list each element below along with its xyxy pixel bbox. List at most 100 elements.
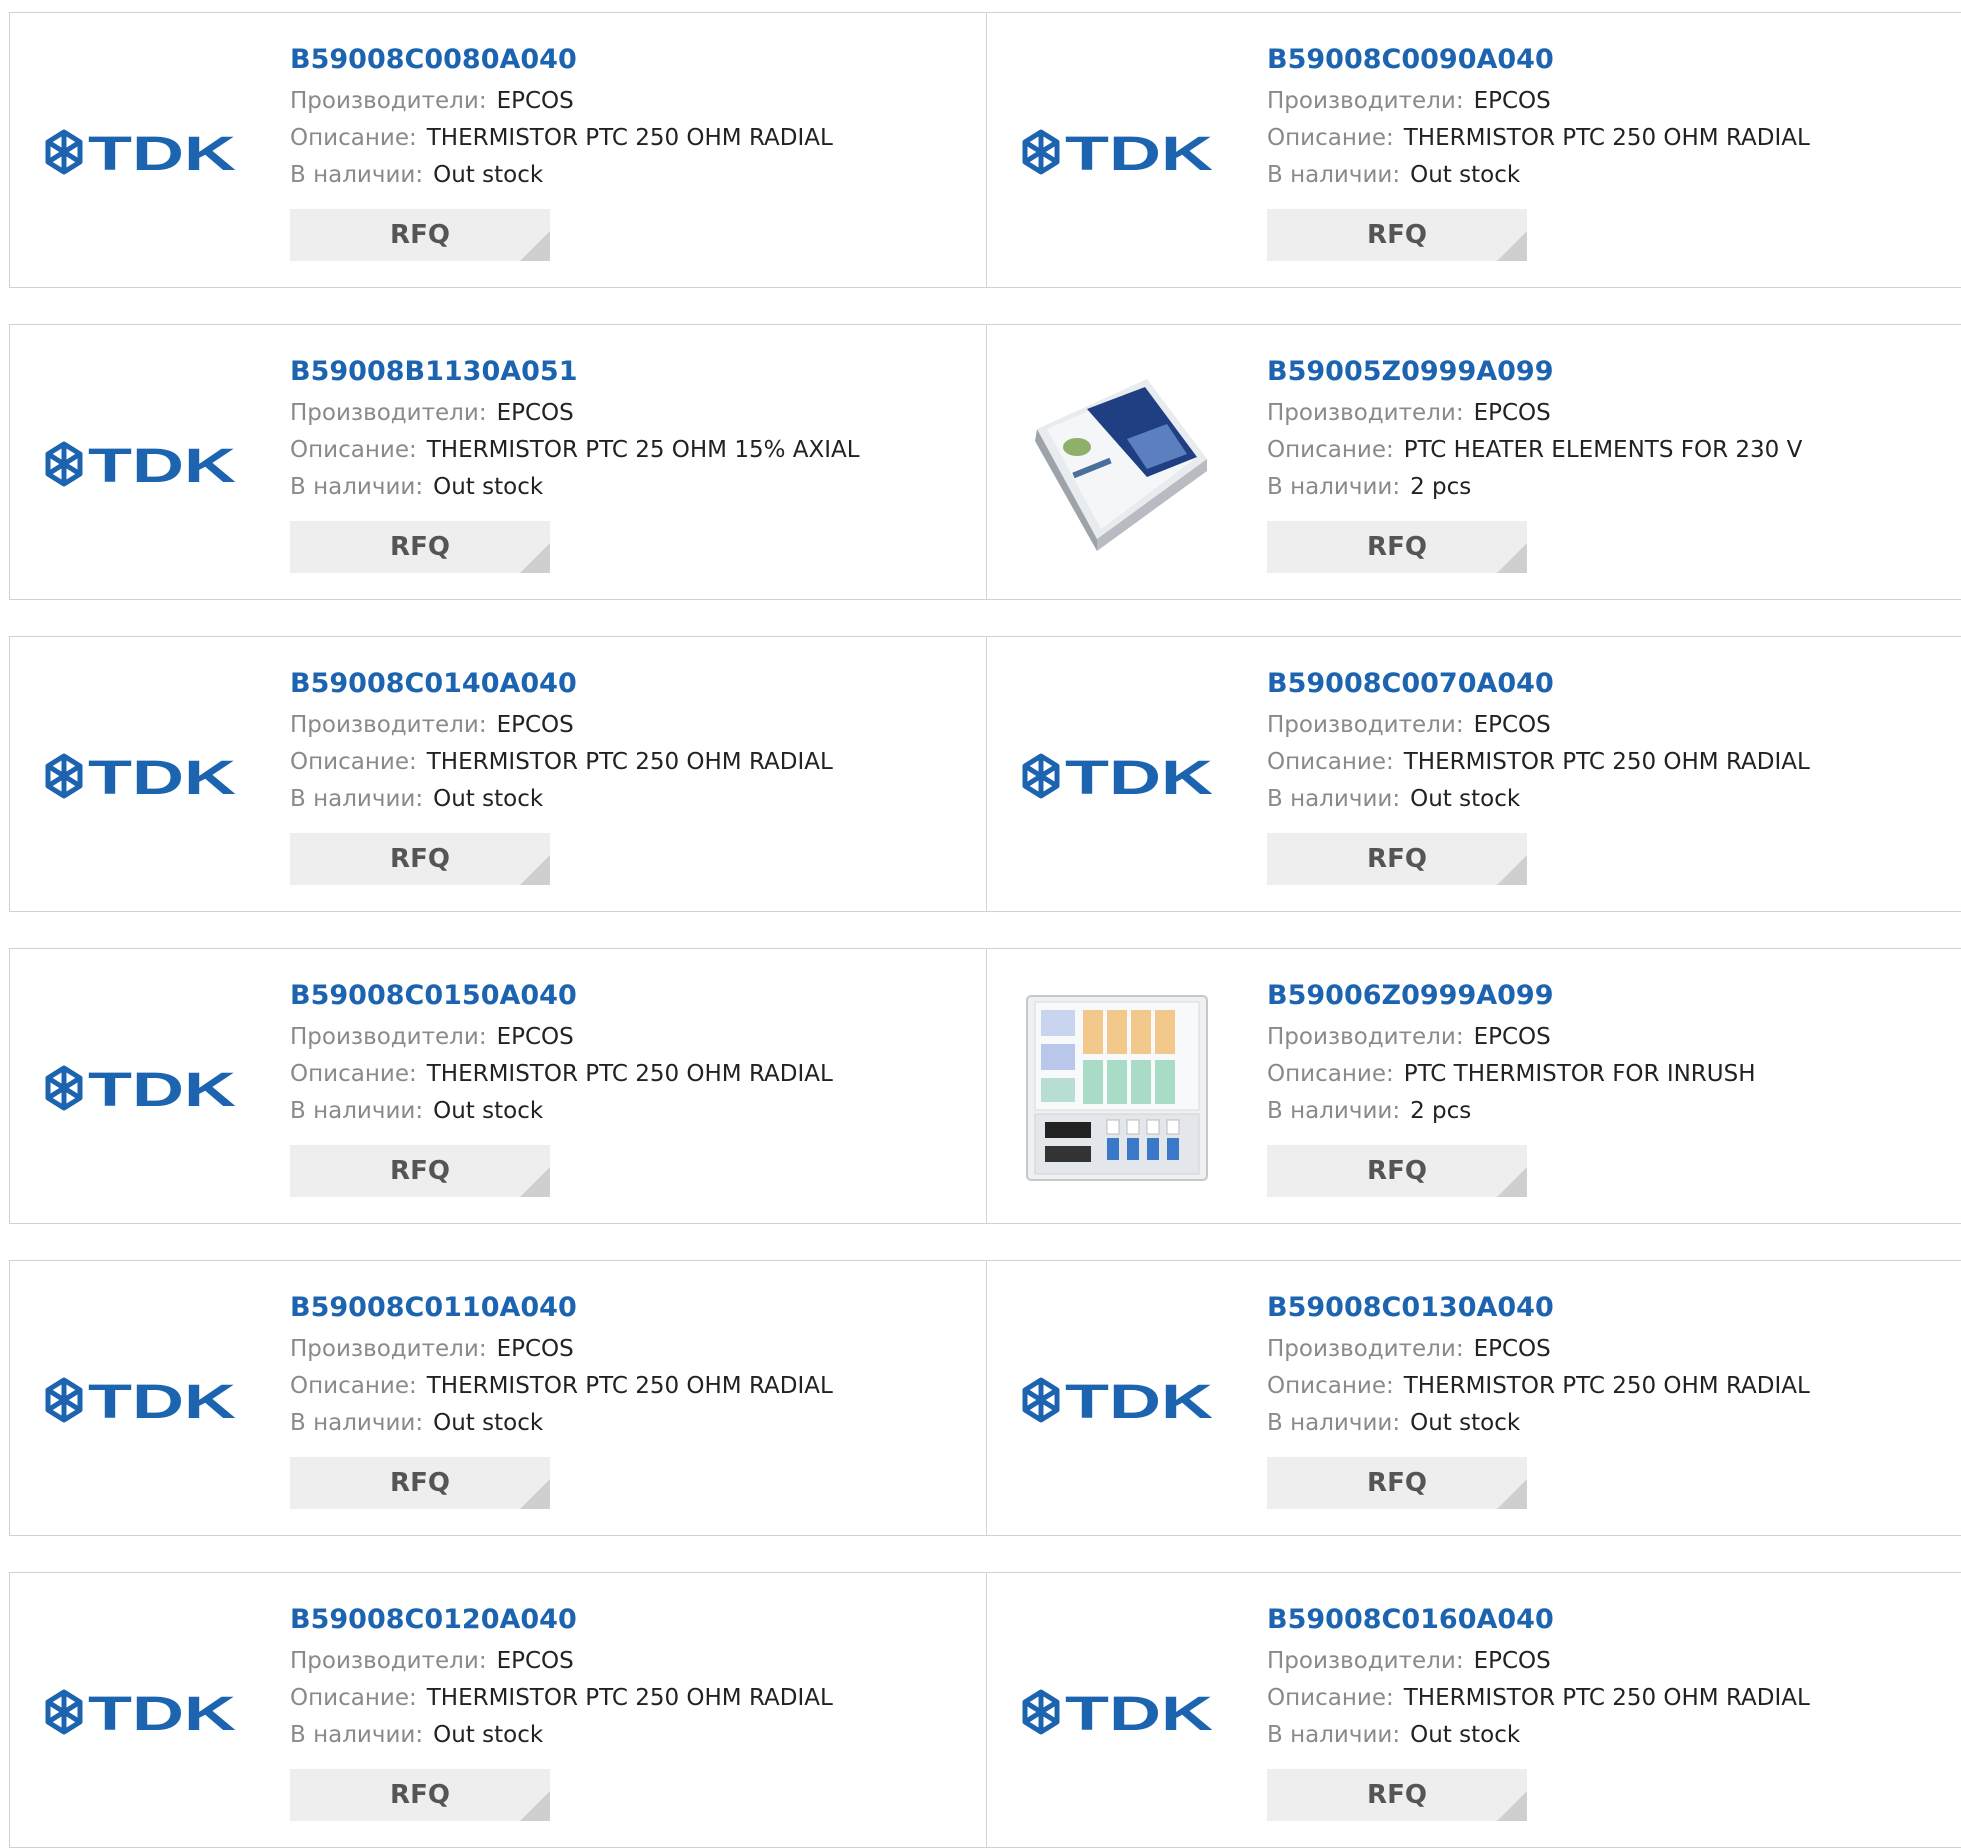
- svg-text:TDK: TDK: [1065, 752, 1213, 800]
- rfq-button[interactable]: RFQ: [1267, 521, 1527, 573]
- product-card: B59005Z0999A099 Производители: EPCOS Опис…: [987, 324, 1961, 600]
- rfq-button[interactable]: RFQ: [290, 833, 550, 885]
- product-info: B59008C0150A040 Производители: EPCOS Опис…: [290, 979, 976, 1197]
- rfq-button-label: RFQ: [1367, 220, 1427, 250]
- tdk-logo: TDK: [45, 1376, 236, 1424]
- svg-text:TDK: TDK: [88, 1688, 236, 1736]
- product-image[interactable]: TDK: [40, 677, 240, 875]
- product-image[interactable]: TDK: [40, 365, 240, 563]
- product-part-link[interactable]: B59006Z0999A099: [1267, 979, 1954, 1013]
- description-label: Описание:: [290, 125, 417, 151]
- rfq-corner-decoration: [1497, 1479, 1527, 1509]
- product-info: B59008C0080A040 Производители: EPCOS Опис…: [290, 43, 976, 261]
- stock-row: В наличии: 2 pcs: [1267, 1093, 1954, 1130]
- rfq-button[interactable]: RFQ: [290, 209, 550, 261]
- product-image[interactable]: [1017, 365, 1217, 563]
- product-image[interactable]: TDK: [40, 989, 240, 1187]
- description-value: THERMISTOR PTC 250 OHM RADIAL: [426, 1685, 833, 1711]
- description-label: Описание:: [1267, 1061, 1394, 1087]
- tdk-logo: TDK: [45, 128, 236, 176]
- stock-value: Out stock: [433, 162, 544, 188]
- description-value: THERMISTOR PTC 250 OHM RADIAL: [1403, 749, 1810, 775]
- product-card: TDK B59008B1130A051 Производители: EPCOS …: [9, 324, 987, 600]
- product-image[interactable]: TDK: [40, 1613, 240, 1811]
- description-value: PTC HEATER ELEMENTS FOR 230 V: [1403, 437, 1803, 463]
- rfq-button-label: RFQ: [1367, 844, 1427, 874]
- manufacturer-label: Производители:: [1267, 712, 1464, 738]
- product-card: TDK B59008C0160A040 Производители: EPCOS …: [987, 1572, 1961, 1848]
- manufacturer-row: Производители: EPCOS: [1267, 83, 1954, 120]
- manufacturer-value: EPCOS: [1473, 1648, 1551, 1674]
- rfq-button[interactable]: RFQ: [290, 1457, 550, 1509]
- product-part-link[interactable]: B59008C0140A040: [290, 667, 976, 701]
- product-image[interactable]: TDK: [1017, 1301, 1217, 1499]
- rfq-button[interactable]: RFQ: [1267, 1457, 1527, 1509]
- product-image[interactable]: [1017, 989, 1217, 1187]
- product-image[interactable]: TDK: [1017, 1613, 1217, 1811]
- manufacturer-value: EPCOS: [1473, 712, 1551, 738]
- product-part-link[interactable]: B59005Z0999A099: [1267, 355, 1954, 389]
- stock-row: В наличии: Out stock: [290, 1405, 976, 1442]
- rfq-button[interactable]: RFQ: [290, 1769, 550, 1821]
- rfq-button[interactable]: RFQ: [1267, 1769, 1527, 1821]
- stock-value: Out stock: [433, 786, 544, 812]
- product-image[interactable]: TDK: [40, 1301, 240, 1499]
- rfq-button-label: RFQ: [390, 844, 450, 874]
- rfq-button-label: RFQ: [390, 1468, 450, 1498]
- stock-label: В наличии:: [290, 1098, 424, 1124]
- rfq-button[interactable]: RFQ: [1267, 1145, 1527, 1197]
- manufacturer-label: Производители:: [290, 1648, 487, 1674]
- stock-row: В наличии: Out stock: [290, 781, 976, 818]
- product-info: B59006Z0999A099 Производители: EPCOS Опис…: [1267, 979, 1954, 1197]
- rfq-corner-decoration: [1497, 855, 1527, 885]
- description-label: Описание:: [290, 1685, 417, 1711]
- product-part-link[interactable]: B59008C0110A040: [290, 1291, 976, 1325]
- product-part-link[interactable]: B59008C0160A040: [1267, 1603, 1954, 1637]
- manufacturer-value: EPCOS: [496, 400, 574, 426]
- manufacturer-row: Производители: EPCOS: [290, 395, 976, 432]
- product-image[interactable]: TDK: [1017, 677, 1217, 875]
- rfq-corner-decoration: [520, 855, 550, 885]
- stock-label: В наличии:: [290, 162, 424, 188]
- stock-row: В наличии: Out stock: [290, 469, 976, 506]
- description-row: Описание: THERMISTOR PTC 25 OHM 15% AXIAL: [290, 432, 976, 469]
- description-label: Описание:: [290, 1373, 417, 1399]
- description-label: Описание:: [1267, 1685, 1394, 1711]
- rfq-button[interactable]: RFQ: [1267, 833, 1527, 885]
- tdk-logo: TDK: [1022, 1376, 1213, 1424]
- description-label: Описание:: [1267, 125, 1394, 151]
- description-row: Описание: THERMISTOR PTC 250 OHM RADIAL: [1267, 120, 1954, 157]
- product-part-link[interactable]: B59008C0120A040: [290, 1603, 976, 1637]
- rfq-button[interactable]: RFQ: [1267, 209, 1527, 261]
- description-value: THERMISTOR PTC 250 OHM RADIAL: [426, 749, 833, 775]
- stock-label: В наличии:: [290, 1410, 424, 1436]
- description-value: PTC THERMISTOR FOR INRUSH: [1403, 1061, 1756, 1087]
- product-part-link[interactable]: B59008B1130A051: [290, 355, 976, 389]
- rfq-button-label: RFQ: [390, 1156, 450, 1186]
- stock-label: В наличии:: [1267, 474, 1401, 500]
- svg-text:TDK: TDK: [1065, 1688, 1213, 1736]
- product-info: B59008B1130A051 Производители: EPCOS Опис…: [290, 355, 976, 573]
- product-part-link[interactable]: B59008C0130A040: [1267, 1291, 1954, 1325]
- description-value: THERMISTOR PTC 250 OHM RADIAL: [1403, 1373, 1810, 1399]
- rfq-corner-decoration: [520, 1479, 550, 1509]
- rfq-button[interactable]: RFQ: [290, 1145, 550, 1197]
- product-part-link[interactable]: B59008C0070A040: [1267, 667, 1954, 701]
- stock-row: В наличии: Out stock: [1267, 157, 1954, 194]
- stock-value: Out stock: [433, 1722, 544, 1748]
- product-image[interactable]: TDK: [40, 53, 240, 251]
- product-part-link[interactable]: B59008C0090A040: [1267, 43, 1954, 77]
- manufacturer-label: Производители:: [1267, 400, 1464, 426]
- product-part-link[interactable]: B59008C0080A040: [290, 43, 976, 77]
- stock-label: В наличии:: [1267, 1098, 1401, 1124]
- manufacturer-value: EPCOS: [496, 1648, 574, 1674]
- tdk-logo: TDK: [45, 1688, 236, 1736]
- description-value: THERMISTOR PTC 25 OHM 15% AXIAL: [426, 437, 860, 463]
- manufacturer-label: Производители:: [290, 1336, 487, 1362]
- stock-row: В наличии: Out stock: [1267, 1405, 1954, 1442]
- stock-label: В наличии:: [1267, 162, 1401, 188]
- product-part-link[interactable]: B59008C0150A040: [290, 979, 976, 1013]
- svg-text:TDK: TDK: [88, 1064, 236, 1112]
- product-image[interactable]: TDK: [1017, 53, 1217, 251]
- rfq-button[interactable]: RFQ: [290, 521, 550, 573]
